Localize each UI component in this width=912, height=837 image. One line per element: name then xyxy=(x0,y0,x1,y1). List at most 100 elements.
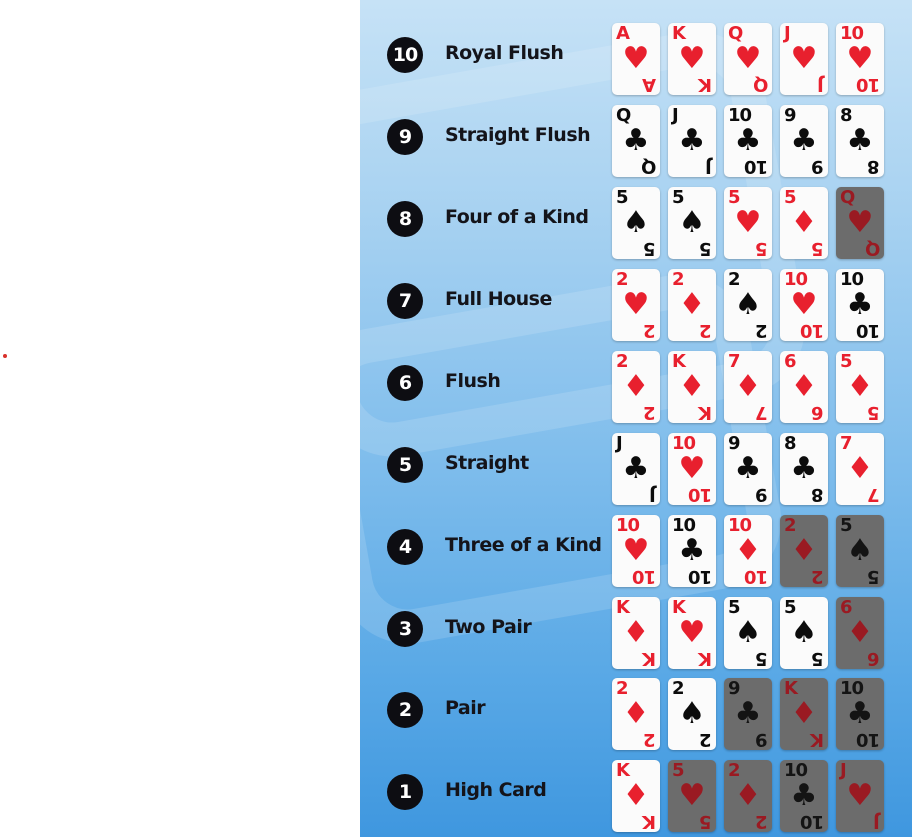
playing-card: 5 ♠ 5 xyxy=(724,597,772,669)
suit-icon: ♦ xyxy=(622,696,650,731)
suit-icon: ♥ xyxy=(790,41,818,76)
card-value-inverted: Q xyxy=(865,238,880,259)
card-value-inverted: J xyxy=(706,156,712,177)
suit-icon: ♠ xyxy=(622,205,650,240)
suit-icon: ♣ xyxy=(846,287,874,322)
hand-row: 10 Royal Flush A ♥ A K ♥ K Q ♥ Q J ♥ J 10 ♥ 10 xyxy=(360,14,912,96)
playing-card: 10 ♣ 10 xyxy=(724,105,772,177)
hand-row: 1 High Card K ♦ K 5 ♥ 5 2 ♦ 2 10 ♣ 10 J ♥ J xyxy=(360,751,912,833)
hand-row: 7 Full House 2 ♥ 2 2 ♦ 2 2 ♠ 2 10 ♥ 10 10 ♣ 10 xyxy=(360,260,912,342)
card-value-inverted: 9 xyxy=(812,156,824,177)
suit-icon: ♥ xyxy=(846,41,874,76)
hand-row: 6 Flush 2 ♦ 2 K ♦ K 7 ♦ 7 6 ♦ 6 5 ♦ 5 xyxy=(360,342,912,424)
playing-card: 10 ♥ 10 xyxy=(836,23,884,95)
playing-card: 5 ♠ 5 xyxy=(836,515,884,587)
suit-icon: ♥ xyxy=(678,778,706,813)
card-value-inverted: 7 xyxy=(868,484,880,505)
suit-icon: ♦ xyxy=(734,778,762,813)
red-dot-marker xyxy=(3,354,7,358)
card-value-inverted: 8 xyxy=(812,484,824,505)
card-value-inverted: 2 xyxy=(700,729,712,750)
playing-card: J ♥ J xyxy=(780,23,828,95)
card-value-inverted: 2 xyxy=(756,320,768,341)
playing-card: 5 ♠ 5 xyxy=(612,187,660,259)
playing-card: 5 ♦ 5 xyxy=(780,187,828,259)
suit-icon: ♣ xyxy=(622,123,650,158)
card-value-inverted: A xyxy=(643,74,656,95)
rank-badge: 4 xyxy=(387,529,423,565)
playing-card: 2 ♠ 2 xyxy=(724,269,772,341)
suit-icon: ♥ xyxy=(622,41,650,76)
card-value-inverted: J xyxy=(874,811,880,832)
suit-icon: ♣ xyxy=(790,778,818,813)
card-value-inverted: 10 xyxy=(688,484,712,505)
card-value-inverted: K xyxy=(643,811,656,832)
suit-icon: ♥ xyxy=(678,615,706,650)
suit-icon: ♣ xyxy=(678,533,706,568)
playing-card: 5 ♥ 5 xyxy=(724,187,772,259)
playing-card: K ♦ K xyxy=(780,678,828,750)
suit-icon: ♣ xyxy=(678,123,706,158)
card-value-inverted: 7 xyxy=(756,402,768,423)
card-value-inverted: 10 xyxy=(632,566,656,587)
card-value-inverted: 5 xyxy=(756,238,768,259)
suit-icon: ♥ xyxy=(734,205,762,240)
playing-card: 7 ♦ 7 xyxy=(836,433,884,505)
suit-icon: ♦ xyxy=(734,533,762,568)
card-value: J xyxy=(672,105,679,126)
suit-icon: ♣ xyxy=(790,451,818,486)
suit-icon: ♦ xyxy=(790,369,818,404)
suit-icon: ♥ xyxy=(622,287,650,322)
card-value-inverted: Q xyxy=(641,156,656,177)
suit-icon: ♠ xyxy=(678,696,706,731)
playing-card: A ♥ A xyxy=(612,23,660,95)
playing-card: Q ♥ Q xyxy=(836,187,884,259)
rank-badge: 5 xyxy=(387,447,423,483)
suit-icon: ♣ xyxy=(734,696,762,731)
playing-card: Q ♥ Q xyxy=(724,23,772,95)
playing-card: K ♥ K xyxy=(668,597,716,669)
card-value-inverted: 5 xyxy=(700,811,712,832)
suit-icon: ♦ xyxy=(622,615,650,650)
card-value-inverted: 2 xyxy=(700,320,712,341)
playing-card: 10 ♣ 10 xyxy=(836,678,884,750)
card-value-inverted: 10 xyxy=(856,74,880,95)
card-value-inverted: 10 xyxy=(856,320,880,341)
playing-card: 5 ♠ 5 xyxy=(780,597,828,669)
suit-icon: ♥ xyxy=(678,451,706,486)
playing-card: 2 ♦ 2 xyxy=(668,269,716,341)
hand-name: Full House xyxy=(445,288,552,310)
suit-icon: ♠ xyxy=(734,287,762,322)
suit-icon: ♣ xyxy=(622,451,650,486)
suit-icon: ♣ xyxy=(846,123,874,158)
rank-badge: 8 xyxy=(387,201,423,237)
suit-icon: ♣ xyxy=(790,123,818,158)
playing-card: J ♣ J xyxy=(612,433,660,505)
card-value-inverted: 6 xyxy=(868,648,880,669)
rank-badge: 6 xyxy=(387,365,423,401)
playing-card: 2 ♦ 2 xyxy=(724,760,772,832)
card-value-inverted: Q xyxy=(753,74,768,95)
playing-card: K ♥ K xyxy=(668,23,716,95)
card-value: J xyxy=(616,433,623,454)
card-value-inverted: 2 xyxy=(644,729,656,750)
card-value-inverted: 10 xyxy=(744,566,768,587)
card-value-inverted: K xyxy=(811,729,824,750)
playing-card: 8 ♣ 8 xyxy=(836,105,884,177)
playing-card: 7 ♦ 7 xyxy=(724,351,772,423)
card-value-inverted: 2 xyxy=(644,402,656,423)
card-value-inverted: 10 xyxy=(688,566,712,587)
suit-icon: ♦ xyxy=(846,451,874,486)
playing-card: 10 ♥ 10 xyxy=(612,515,660,587)
card-value-inverted: 9 xyxy=(756,484,768,505)
rank-badge: 1 xyxy=(387,774,423,810)
card-value-inverted: 5 xyxy=(644,238,656,259)
card-value-inverted: K xyxy=(699,402,712,423)
playing-card: 10 ♦ 10 xyxy=(724,515,772,587)
playing-card: 10 ♥ 10 xyxy=(668,433,716,505)
playing-card: J ♥ J xyxy=(836,760,884,832)
suit-icon: ♥ xyxy=(846,778,874,813)
card-value-inverted: 10 xyxy=(744,156,768,177)
hand-row: 5 Straight J ♣ J 10 ♥ 10 9 ♣ 9 8 ♣ 8 7 ♦ 7 xyxy=(360,424,912,506)
playing-card: 8 ♣ 8 xyxy=(780,433,828,505)
